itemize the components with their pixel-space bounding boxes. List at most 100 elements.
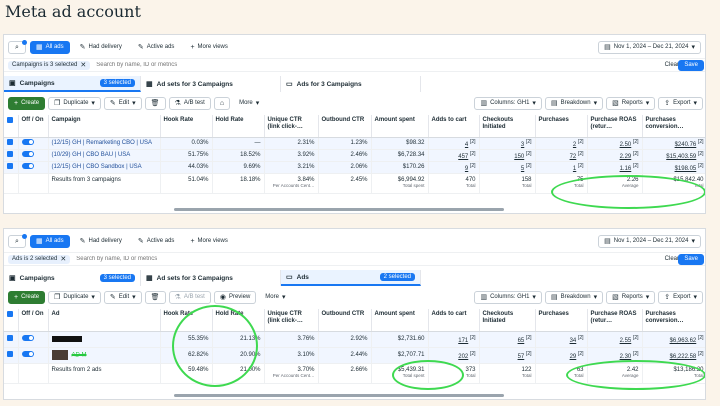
tab-campaigns[interactable]: ▣ Campaigns 3 selected — [4, 270, 141, 286]
columns-button[interactable]: ▥ Columns: GH1 ▾ — [474, 96, 542, 110]
filter-chip[interactable]: Campaigns is 3 selected ✕ — [8, 60, 91, 70]
column-header[interactable]: Outbound CTR — [318, 115, 372, 138]
active-ads-button[interactable]: ✎ Active ads — [132, 41, 181, 54]
ab-test-button[interactable]: ⚗ A/B test — [168, 96, 211, 110]
column-header[interactable]: Amount spent — [371, 309, 429, 332]
search-input[interactable] — [76, 256, 337, 262]
preview-button[interactable]: ◉ Preview — [213, 290, 257, 304]
duplicate-button[interactable]: ❐ Duplicate ▾ — [48, 290, 101, 304]
column-header[interactable]: Purchases conversion… — [642, 309, 705, 332]
campaign-name[interactable]: (10/29) GH | CBO BAU | USA — [48, 149, 161, 162]
column-header[interactable]: Hook Rate — [160, 115, 213, 138]
breakdown-button[interactable]: ▤ Breakdown ▾ — [544, 96, 604, 110]
column-header[interactable]: Purchase ROAS (retur… — [587, 115, 643, 138]
clear-button[interactable]: Clear — [665, 62, 679, 68]
more-button[interactable]: More ▾ — [259, 291, 291, 304]
columns-button[interactable]: ▥ Columns: GH1 ▾ — [474, 290, 542, 304]
search-button[interactable]: ⌕ — [8, 39, 27, 54]
row-select[interactable] — [4, 347, 19, 364]
row-select[interactable] — [4, 161, 19, 174]
tab-ad-sets[interactable]: ▦ Ad sets for 3 Campaigns — [141, 270, 281, 286]
checkbox[interactable] — [7, 151, 13, 157]
column-header[interactable]: Ad — [48, 309, 161, 332]
ab-test-button[interactable]: ⚗ A/B test — [168, 290, 211, 304]
checkbox[interactable] — [7, 163, 13, 169]
column-header[interactable]: Off / On — [18, 309, 49, 332]
table-row[interactable]: (10/29) GH | CBO BAU | USA 51.75% 18.52%… — [4, 149, 705, 162]
column-header[interactable]: Outbound CTR — [318, 309, 372, 332]
campaign-name[interactable]: (12/15) GH | Remarketing CBO | USA — [48, 137, 161, 150]
checkbox[interactable] — [7, 117, 13, 123]
tag-button[interactable]: ⌂ — [213, 96, 231, 110]
search-button[interactable]: ⌕ — [8, 233, 27, 248]
export-button[interactable]: ⇪ Export ▾ — [658, 290, 703, 304]
row-toggle[interactable] — [18, 331, 49, 348]
column-header[interactable]: Amount spent — [371, 115, 429, 138]
search-input[interactable] — [96, 62, 357, 68]
table-row[interactable]: AD M 62.82% 20.90% 3.10% 2.44% $2,707.71… — [4, 347, 705, 364]
header-select[interactable] — [4, 115, 19, 138]
save-button[interactable]: Save — [678, 253, 704, 265]
row-toggle[interactable] — [18, 347, 49, 364]
table-row[interactable]: 55.35% 21.13% 3.76% 2.92% $2,731.60 171 … — [4, 331, 705, 348]
all-ads-button[interactable]: ▦ All ads — [30, 40, 70, 54]
row-toggle[interactable] — [18, 149, 49, 162]
row-select[interactable] — [4, 149, 19, 162]
column-header[interactable]: Purchase ROAS (retur… — [587, 309, 643, 332]
edit-button[interactable]: ✎ Edit ▾ — [103, 96, 142, 110]
create-button[interactable]: + Create — [8, 96, 46, 110]
date-range-picker[interactable]: ▤ Nov 1, 2024 – Dec 21, 2024 ▾ — [598, 234, 701, 248]
column-header[interactable]: Hook Rate — [160, 309, 213, 332]
column-header[interactable]: Purchases — [535, 309, 588, 332]
column-header[interactable]: Off / On — [18, 115, 49, 138]
campaign-name[interactable]: (12/15) GH | CBO Sandbox | USA — [48, 161, 161, 174]
all-ads-button[interactable]: ▦ All ads — [30, 234, 70, 248]
edit-button[interactable]: ✎ Edit ▾ — [103, 290, 142, 304]
checkbox[interactable] — [7, 139, 13, 145]
column-header[interactable]: Hold Rate — [212, 115, 265, 138]
column-header[interactable]: Hold Rate — [212, 309, 265, 332]
toggle-switch[interactable] — [21, 139, 34, 145]
column-header[interactable]: Checkouts Initiated — [479, 309, 536, 332]
header-select[interactable] — [4, 309, 19, 332]
row-select[interactable] — [4, 331, 19, 348]
close-icon[interactable]: ✕ — [60, 256, 66, 263]
delete-button[interactable]: 🗑 — [144, 290, 166, 304]
clear-button[interactable]: Clear — [665, 256, 679, 262]
column-header[interactable]: Purchases — [535, 115, 588, 138]
column-header[interactable]: Unique CTR (link click-… — [264, 115, 319, 138]
column-header[interactable]: Unique CTR (link click-… — [264, 309, 319, 332]
reports-button[interactable]: ▧ Reports ▾ — [606, 290, 656, 304]
more-button[interactable]: More ▾ — [233, 97, 265, 110]
breakdown-button[interactable]: ▤ Breakdown ▾ — [544, 290, 604, 304]
row-toggle[interactable] — [18, 161, 49, 174]
checkbox[interactable] — [7, 311, 13, 317]
more-views-button[interactable]: + More views — [184, 235, 233, 248]
column-header[interactable]: Adds to cart — [428, 309, 480, 332]
checkbox[interactable] — [7, 351, 13, 357]
table-row[interactable]: (12/15) GH | CBO Sandbox | USA 44.03% 9.… — [4, 161, 705, 174]
duplicate-button[interactable]: ❐ Duplicate ▾ — [48, 96, 101, 110]
horizontal-scrollbar[interactable] — [174, 208, 504, 211]
tab-campaigns[interactable]: ▣ Campaigns 3 selected — [4, 76, 141, 92]
checkbox[interactable] — [7, 335, 13, 341]
column-header[interactable]: Adds to cart — [428, 115, 480, 138]
filter-chip[interactable]: Ads is 2 selected ✕ — [8, 254, 71, 264]
row-toggle[interactable] — [18, 137, 49, 150]
toggle-switch[interactable] — [21, 163, 34, 169]
toggle-switch[interactable] — [21, 335, 34, 341]
toggle-switch[interactable] — [21, 351, 34, 357]
ad-name[interactable] — [48, 331, 161, 348]
toggle-switch[interactable] — [21, 151, 34, 157]
had-delivery-button[interactable]: ✎ Had delivery — [74, 41, 128, 54]
date-range-picker[interactable]: ▤ Nov 1, 2024 – Dec 21, 2024 ▾ — [598, 40, 701, 54]
active-ads-button[interactable]: ✎ Active ads — [132, 235, 181, 248]
tab-ads[interactable]: ▭ Ads 2 selected — [281, 270, 421, 286]
horizontal-scrollbar[interactable] — [174, 394, 504, 397]
tab-ads[interactable]: ▭ Ads for 3 Campaigns — [281, 76, 421, 92]
had-delivery-button[interactable]: ✎ Had delivery — [74, 235, 128, 248]
more-views-button[interactable]: + More views — [184, 41, 233, 54]
tab-ad-sets[interactable]: ▦ Ad sets for 3 Campaigns — [141, 76, 281, 92]
row-select[interactable] — [4, 137, 19, 150]
ad-name[interactable]: AD M — [48, 347, 161, 364]
